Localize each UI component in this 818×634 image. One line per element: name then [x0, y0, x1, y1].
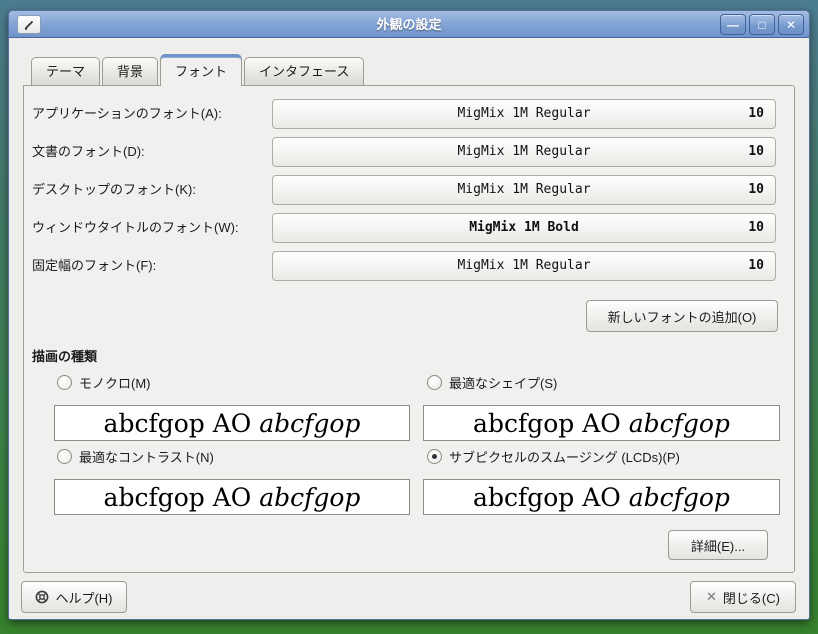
- document-font-label: 文書のフォント(D):: [32, 144, 145, 159]
- window-title-font-label: ウィンドウタイトルのフォント(W):: [32, 220, 239, 235]
- minimize-button[interactable]: —: [720, 14, 746, 35]
- font-name: MigMix 1M Regular: [457, 258, 591, 273]
- application-font-label: アプリケーションのフォント(A):: [32, 106, 222, 121]
- help-button[interactable]: ヘルプ(H): [21, 581, 127, 613]
- fixed-width-font-button[interactable]: MigMix 1M Regular 10: [272, 251, 776, 281]
- font-preview-best-shapes[interactable]: abcfgop AO abcfgop: [423, 405, 780, 441]
- preview-italic-text: abcfgop: [259, 408, 361, 438]
- font-name: MigMix 1M Bold: [469, 220, 579, 235]
- radio-option-monochrome[interactable]: モノクロ(M): [57, 374, 151, 391]
- add-new-font-button[interactable]: 新しいフォントの追加(O): [586, 300, 778, 332]
- font-name: MigMix 1M Regular: [457, 182, 591, 197]
- appearance-preferences-window: 外観の設定 — □ ✕ テーマ 背景 フォント インタフェース アプリケーション…: [8, 10, 810, 620]
- preview-regular-text: abcfgop AO: [103, 408, 260, 438]
- desktop-background: 外観の設定 — □ ✕ テーマ 背景 フォント インタフェース アプリケーション…: [0, 0, 818, 634]
- window-title: 外観の設定: [376, 17, 442, 32]
- font-preview-subpixel-smoothing[interactable]: abcfgop AO abcfgop: [423, 479, 780, 515]
- font-preview-best-contrast[interactable]: abcfgop AO abcfgop: [54, 479, 410, 515]
- preview-italic-text: abcfgop: [259, 482, 361, 512]
- tab-interface[interactable]: インタフェース: [244, 57, 365, 85]
- window-title-font-button[interactable]: MigMix 1M Bold 10: [272, 213, 776, 243]
- font-size: 10: [748, 182, 764, 197]
- desktop-font-label: デスクトップのフォント(K):: [32, 182, 196, 197]
- radio-option-best-shapes[interactable]: 最適なシェイプ(S): [427, 374, 557, 391]
- preview-italic-text: abcfgop: [628, 482, 730, 512]
- maximize-button[interactable]: □: [749, 14, 775, 35]
- preview-italic-text: abcfgop: [628, 408, 730, 438]
- radio-option-subpixel-smoothing[interactable]: サブピクセルのスムージング (LCDs)(P): [427, 448, 680, 465]
- preview-regular-text: abcfgop AO: [473, 408, 629, 438]
- monochrome-label: モノクロ(M): [79, 376, 151, 391]
- tab-background[interactable]: 背景: [102, 57, 159, 85]
- help-button-label: ヘルプ(H): [55, 590, 113, 606]
- font-name: MigMix 1M Regular: [457, 144, 591, 159]
- monochrome-radio[interactable]: [57, 375, 72, 390]
- radio-option-best-contrast[interactable]: 最適なコントラスト(N): [57, 448, 214, 465]
- window-titlebar[interactable]: 外観の設定 — □ ✕: [9, 11, 809, 38]
- window-controls: — □ ✕: [720, 14, 804, 35]
- font-preview-monochrome[interactable]: abcfgop AO abcfgop: [54, 405, 410, 441]
- document-font-button[interactable]: MigMix 1M Regular 10: [272, 137, 776, 167]
- fixed-width-font-label: 固定幅のフォント(F):: [32, 258, 157, 273]
- desktop-font-button[interactable]: MigMix 1M Regular 10: [272, 175, 776, 205]
- fixed-width-font-row: 固定幅のフォント(F): MigMix 1M Regular 10: [32, 251, 776, 281]
- close-window-button[interactable]: ✕: [778, 14, 804, 35]
- preview-regular-text: abcfgop AO: [473, 482, 629, 512]
- font-size: 10: [748, 258, 764, 273]
- help-life-buoy-icon: [36, 590, 49, 604]
- application-font-button[interactable]: MigMix 1M Regular 10: [272, 99, 776, 129]
- best-contrast-radio[interactable]: [57, 449, 72, 464]
- close-button-label: 閉じる(C): [722, 590, 780, 606]
- tab-fonts[interactable]: フォント: [160, 54, 243, 86]
- desktop-font-row: デスクトップのフォント(K): MigMix 1M Regular 10: [32, 175, 776, 205]
- font-size: 10: [748, 106, 764, 121]
- subpixel-smoothing-radio[interactable]: [427, 449, 442, 464]
- window-title-font-row: ウィンドウタイトルのフォント(W): MigMix 1M Bold 10: [32, 213, 776, 243]
- font-size: 10: [748, 144, 764, 159]
- best-shapes-radio[interactable]: [427, 375, 442, 390]
- details-button[interactable]: 詳細(E)...: [668, 530, 768, 560]
- subpixel-smoothing-label: サブピクセルのスムージング (LCDs)(P): [449, 450, 680, 465]
- close-button[interactable]: ✕ 閉じる(C): [690, 581, 796, 613]
- tab-theme[interactable]: テーマ: [31, 57, 101, 85]
- font-name: MigMix 1M Regular: [457, 106, 591, 121]
- preview-regular-text: abcfgop AO: [103, 482, 260, 512]
- document-font-row: 文書のフォント(D): MigMix 1M Regular 10: [32, 137, 776, 167]
- fonts-tab-panel: アプリケーションのフォント(A): MigMix 1M Regular 10 文…: [23, 85, 795, 573]
- font-size: 10: [748, 220, 764, 235]
- tab-bar: テーマ 背景 フォント インタフェース: [31, 54, 366, 86]
- best-shapes-label: 最適なシェイプ(S): [449, 376, 558, 391]
- application-font-row: アプリケーションのフォント(A): MigMix 1M Regular 10: [32, 99, 776, 129]
- close-x-icon: ✕: [706, 589, 717, 604]
- best-contrast-label: 最適なコントラスト(N): [79, 450, 214, 465]
- rendering-section-heading: 描画の種類: [32, 349, 98, 364]
